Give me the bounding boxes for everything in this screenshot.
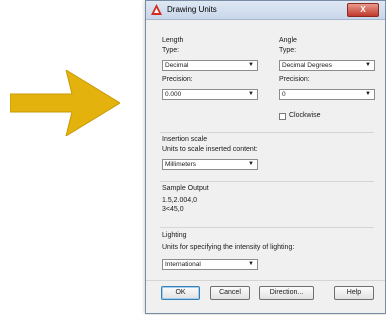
angle-precision-value: 0 (282, 91, 286, 98)
clockwise-label: Clockwise (289, 112, 321, 119)
ok-button[interactable]: OK (161, 286, 200, 300)
clockwise-checkbox[interactable] (279, 113, 286, 120)
button-area-divider (146, 280, 385, 281)
chevron-down-icon: ▼ (365, 62, 371, 68)
section-divider (160, 227, 374, 228)
lighting-units-select[interactable]: International ▼ (162, 259, 258, 270)
chevron-down-icon: ▼ (248, 62, 254, 68)
title-bar: Drawing Units X (146, 1, 385, 20)
chevron-down-icon: ▼ (365, 91, 371, 97)
chevron-down-icon: ▼ (248, 261, 254, 267)
angle-type-select[interactable]: Decimal Degrees ▼ (279, 60, 375, 71)
sample-output-heading: Sample Output (162, 185, 209, 192)
section-divider (160, 132, 374, 133)
section-divider (160, 181, 374, 182)
insertion-units-select[interactable]: Millimeters ▼ (162, 159, 258, 170)
chevron-down-icon: ▼ (248, 91, 254, 97)
angle-precision-select[interactable]: 0 ▼ (279, 89, 375, 100)
angle-type-value: Decimal Degrees (282, 62, 332, 69)
sample-output-line-2: 3<45,0 (162, 206, 184, 213)
autocad-app-icon (151, 4, 162, 15)
insertion-units-label: Units to scale inserted content: (162, 146, 258, 153)
length-precision-select[interactable]: 0.000 ▼ (162, 89, 258, 100)
sample-output-line-1: 1.5,2.004,0 (162, 197, 198, 204)
angle-heading: Angle (279, 37, 297, 44)
help-button[interactable]: Help (334, 286, 374, 300)
insertion-units-value: Millimeters (165, 161, 197, 168)
length-type-select[interactable]: Decimal ▼ (162, 60, 258, 71)
dialog-title: Drawing Units (167, 5, 217, 14)
yellow-arrow-icon (10, 70, 120, 136)
insertion-scale-heading: Insertion scale (162, 136, 208, 143)
lighting-heading: Lighting (162, 232, 187, 239)
chevron-down-icon: ▼ (248, 161, 254, 167)
length-precision-value: 0.000 (165, 91, 182, 98)
length-type-value: Decimal (165, 62, 189, 69)
length-type-label: Type: (162, 47, 180, 54)
angle-type-label: Type: (279, 47, 297, 54)
angle-precision-label: Precision: (279, 76, 310, 83)
close-button[interactable]: X (347, 3, 379, 17)
lighting-units-label: Units for specifying the intensity of li… (162, 244, 295, 251)
drawing-units-dialog: Drawing Units X Length Type: Decimal ▼ P… (145, 0, 386, 314)
cancel-button[interactable]: Cancel (210, 286, 250, 300)
length-heading: Length (162, 37, 184, 44)
lighting-units-value: International (165, 261, 201, 268)
length-precision-label: Precision: (162, 76, 193, 83)
direction-button[interactable]: Direction... (259, 286, 314, 300)
